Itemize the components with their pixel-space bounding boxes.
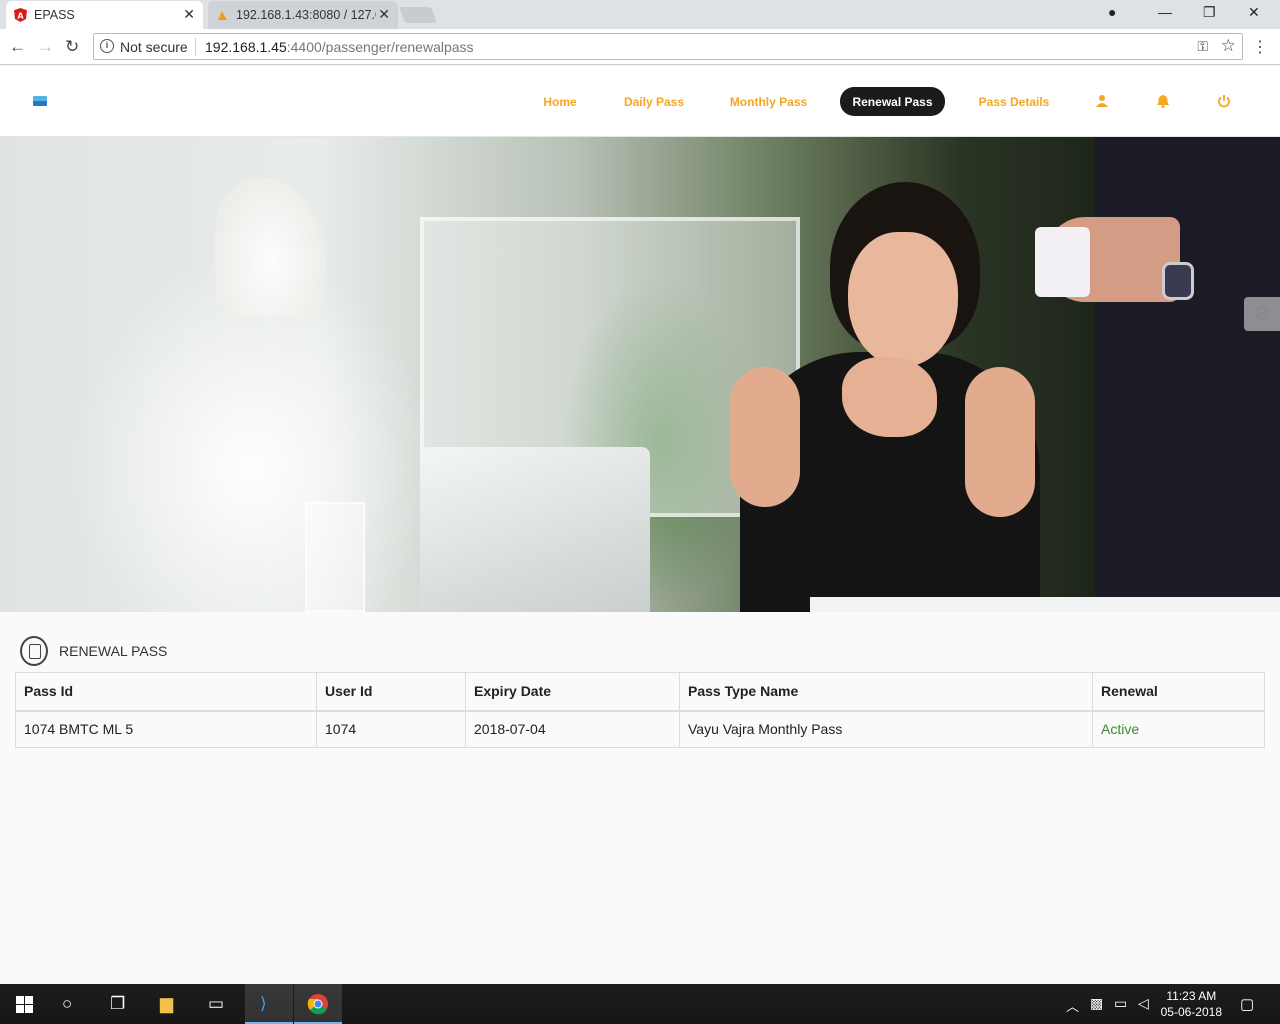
clock-date: 05-06-2018 [1160,1005,1222,1019]
url-host: 192.168.1.45 [205,39,287,55]
hero-laptop [420,447,650,612]
col-user-id: User Id [316,672,466,712]
hero-banner [0,137,1280,612]
cell-pass-type-name: Vayu Vajra Monthly Pass [679,710,1093,748]
close-window-icon[interactable]: ✕ [1248,4,1260,21]
tab-title: EPASS [34,8,75,22]
hero-person-arm [730,367,800,507]
settings-gear-icon[interactable]: ⚙ [1244,297,1280,331]
nav-monthly-pass[interactable]: Monthly Pass [722,87,815,116]
hero-person-arm [965,367,1035,517]
reload-icon[interactable]: ↻ [65,37,79,57]
col-expiry-date: Expiry Date [465,672,680,712]
logo[interactable] [33,96,47,106]
section-header: RENEWAL PASS [20,636,167,666]
address-bar[interactable]: i Not secure 192.168.1.45:4400/passenger… [93,33,1243,60]
svg-text:A: A [17,12,24,21]
hero-paper [810,597,1280,612]
profile-icon[interactable]: ● [1108,4,1116,20]
browser-tab-pma[interactable]: 192.168.1.43:8080 / 127.0 ✕ [208,1,398,29]
hero-person-hand [842,357,937,437]
url-path: :4400/passenger/renewalpass [286,39,474,55]
vscode-icon: ⟩ [260,994,267,1013]
task-view-icon[interactable]: ❐ [110,994,125,1014]
chevron-up-icon[interactable]: ︿ [1066,996,1079,1015]
browser-tab-strip: A EPASS ✕ 192.168.1.43:8080 / 127.0 ✕ ● … [0,0,1280,29]
hero-person-face [848,232,958,367]
info-icon[interactable]: i [100,39,114,53]
renewal-pass-table: Pass Id User Id Expiry Date Pass Type Na… [15,672,1265,748]
network-warning-icon[interactable]: ▩ [1090,995,1103,1012]
cell-user-id: 1074 [316,710,466,748]
terminal-icon[interactable]: ▭ [208,994,224,1014]
section-title: RENEWAL PASS [59,643,168,659]
phpmyadmin-icon [218,11,227,20]
browser-toolbar: ← → ↻ i Not secure 192.168.1.45:4400/pas… [0,29,1280,65]
hero-watch [1162,262,1194,300]
hero-glass [305,502,365,612]
restore-icon[interactable]: ❐ [1203,4,1216,21]
url-text[interactable]: 192.168.1.45:4400/passenger/renewalpass [205,39,474,55]
key-icon[interactable]: ⚿ [1197,38,1208,55]
bell-icon[interactable] [1156,94,1170,108]
nav-pass-details[interactable]: Pass Details [970,87,1058,116]
volume-icon[interactable]: ◁ [1138,995,1149,1012]
forward-icon[interactable]: → [37,37,54,57]
table-header-row: Pass Id User Id Expiry Date Pass Type Na… [15,672,1265,712]
browser-menu-icon[interactable]: ⋮ [1252,37,1268,57]
security-label: Not secure [120,39,188,55]
system-clock[interactable]: 11:23 AM 05-06-2018 [1161,988,1222,1020]
hero-lamp [215,177,325,317]
hero-second-person [1095,137,1280,612]
hero-cup [1035,227,1090,297]
nav-daily-pass[interactable]: Daily Pass [614,87,694,116]
table-row: 1074 BMTC ML 5 1074 2018-07-04 Vayu Vajr… [15,710,1265,748]
search-icon[interactable]: ○ [62,994,72,1014]
clock-time: 11:23 AM [1166,989,1217,1003]
windows-start-icon[interactable] [16,996,33,1013]
col-pass-type-name: Pass Type Name [679,672,1093,712]
chrome-icon [307,994,328,1015]
divider [195,38,196,56]
back-icon[interactable]: ← [9,37,26,57]
close-tab-icon[interactable]: ✕ [378,6,390,23]
new-tab-button[interactable] [399,7,437,23]
app-header: Home Daily Pass Monthly Pass Renewal Pas… [0,66,1280,137]
network-icon[interactable]: ▭ [1114,995,1127,1012]
browser-tab-epass[interactable]: A EPASS ✕ [6,1,203,29]
file-explorer-icon[interactable]: ▆ [160,994,173,1014]
minimize-icon[interactable]: — [1158,4,1172,20]
vscode-taskbar-button[interactable]: ⟩ [245,984,293,1024]
close-tab-icon[interactable]: ✕ [183,6,195,23]
col-renewal: Renewal [1092,672,1265,712]
notifications-icon[interactable]: ▢ [1240,995,1254,1013]
nav-home[interactable]: Home [530,87,590,116]
bookmark-star-icon[interactable]: ☆ [1221,36,1236,56]
tab-title: 192.168.1.43:8080 / 127.0 [236,8,376,22]
user-icon[interactable] [1095,94,1109,108]
taskbar: ○ ❐ ▆ ▭ ⟩ ︿ ▩ ▭ ◁ 11:23 AM 05-06-2018 ▢ [0,984,1280,1024]
col-pass-id: Pass Id [15,672,317,712]
cell-pass-id: 1074 BMTC ML 5 [15,710,317,748]
cell-renewal-status[interactable]: Active [1092,710,1265,748]
angular-icon: A [14,8,27,22]
cell-expiry-date: 2018-07-04 [465,710,680,748]
power-icon[interactable] [1217,94,1231,108]
nav-renewal-pass[interactable]: Renewal Pass [840,87,945,116]
pass-icon [20,636,48,666]
chrome-taskbar-button[interactable] [294,984,342,1024]
